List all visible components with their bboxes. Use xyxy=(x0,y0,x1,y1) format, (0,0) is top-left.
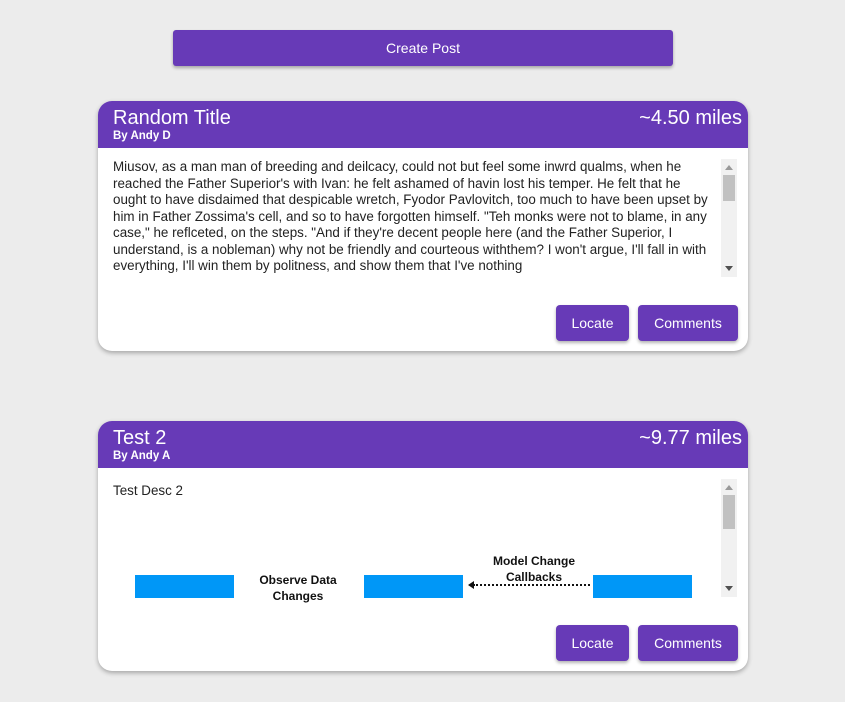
post-author: By Andy D xyxy=(113,130,171,142)
post-description-text: Test Desc 2 xyxy=(113,483,183,498)
post-card-header: Random Title By Andy D ~4.50 miles xyxy=(98,101,748,148)
comments-button[interactable]: Comments xyxy=(638,625,738,661)
description-scrollbar[interactable] xyxy=(721,479,737,597)
comments-button[interactable]: Comments xyxy=(638,305,738,341)
post-description[interactable]: Miusov, as a man man of breeding and dei… xyxy=(113,159,714,279)
diagram-box xyxy=(135,575,234,598)
post-distance: ~9.77 miles xyxy=(639,427,742,449)
diagram-connector xyxy=(473,584,590,586)
scroll-thumb[interactable] xyxy=(723,495,735,529)
locate-button[interactable]: Locate xyxy=(556,305,629,341)
scroll-up-arrow-icon[interactable] xyxy=(725,485,733,490)
post-card-header: Test 2 By Andy A ~9.77 miles xyxy=(98,421,748,468)
post-card: Random Title By Andy D ~4.50 miles Miuso… xyxy=(98,101,748,351)
post-author: By Andy A xyxy=(113,450,171,462)
scroll-down-arrow-icon[interactable] xyxy=(725,586,733,591)
post-description[interactable]: Test Desc 2 Observe Data Changes Model C… xyxy=(113,483,714,603)
post-title: Random Title xyxy=(113,107,231,129)
scroll-up-arrow-icon[interactable] xyxy=(725,165,733,170)
scroll-down-arrow-icon[interactable] xyxy=(725,266,733,271)
post-card: Test 2 By Andy A ~9.77 miles Test Desc 2… xyxy=(98,421,748,671)
scroll-thumb[interactable] xyxy=(723,175,735,201)
diagram-label-model: Model Change Callbacks xyxy=(492,554,575,584)
description-scrollbar[interactable] xyxy=(721,159,737,277)
create-post-button[interactable]: Create Post xyxy=(173,30,673,66)
post-title: Test 2 xyxy=(113,427,167,449)
diagram-box xyxy=(593,575,692,598)
diagram-label-observe: Observe Data Changes xyxy=(259,573,337,603)
diagram-box xyxy=(364,575,463,598)
post-distance: ~4.50 miles xyxy=(639,107,742,129)
locate-button[interactable]: Locate xyxy=(556,625,629,661)
